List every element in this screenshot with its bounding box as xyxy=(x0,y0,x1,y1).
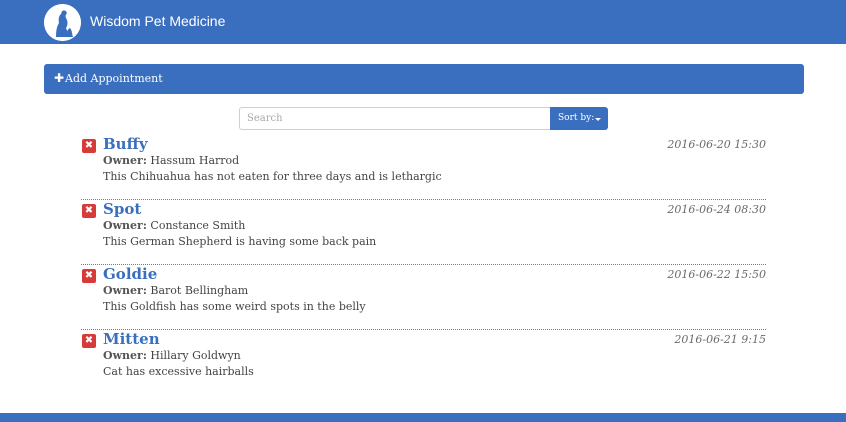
appointment-notes: This German Shepherd is having some back… xyxy=(103,235,377,248)
close-icon: ✖ xyxy=(84,270,94,281)
add-appointment-button[interactable]: ✚ Add Appointment xyxy=(44,64,804,94)
owner-label: Owner: xyxy=(103,349,147,362)
owner-name: Constance Smith xyxy=(150,219,246,232)
delete-appointment-button[interactable]: ✖ xyxy=(82,204,96,218)
owner-line: Owner: Constance Smith xyxy=(103,219,245,232)
delete-appointment-button[interactable]: ✖ xyxy=(82,139,96,153)
owner-name: Hassum Harrod xyxy=(150,154,240,167)
delete-appointment-button[interactable]: ✖ xyxy=(82,269,96,283)
sort-label: Sort by: xyxy=(558,113,595,123)
pet-logo-icon[interactable] xyxy=(44,4,81,41)
list-item: ✖ Mitten 2016-06-21 9:15 Owner: Hillary … xyxy=(81,330,766,395)
owner-name: Hillary Goldwyn xyxy=(150,349,241,362)
close-icon: ✖ xyxy=(84,140,94,151)
owner-line: Owner: Barot Bellingham xyxy=(103,284,248,297)
delete-appointment-button[interactable]: ✖ xyxy=(82,334,96,348)
list-item: ✖ Spot 2016-06-24 08:30 Owner: Constance… xyxy=(81,200,766,265)
appointment-notes: Cat has excessive hairballs xyxy=(103,365,254,378)
appointment-date: 2016-06-24 08:30 xyxy=(667,203,766,216)
owner-label: Owner: xyxy=(103,219,147,232)
footer xyxy=(0,413,846,422)
appointment-date: 2016-06-21 9:15 xyxy=(674,333,766,346)
caret-down-icon xyxy=(595,118,601,121)
appointment-notes: This Goldfish has some weird spots in th… xyxy=(103,300,366,313)
plus-icon: ✚ xyxy=(54,71,65,85)
brand-title[interactable]: Wisdom Pet Medicine xyxy=(90,13,225,29)
appointment-notes: This Chihuahua has not eaten for three d… xyxy=(103,170,442,183)
owner-name: Barot Bellingham xyxy=(150,284,249,297)
close-icon: ✖ xyxy=(84,205,94,216)
list-item: ✖ Buffy 2016-06-20 15:30 Owner: Hassum H… xyxy=(81,135,766,200)
owner-line: Owner: Hillary Goldwyn xyxy=(103,349,241,362)
owner-line: Owner: Hassum Harrod xyxy=(103,154,239,167)
search-input[interactable] xyxy=(239,107,550,130)
sort-dropdown-button[interactable]: Sort by: xyxy=(550,107,608,130)
list-item: ✖ Goldie 2016-06-22 15:50 Owner: Barot B… xyxy=(81,265,766,330)
close-icon: ✖ xyxy=(84,335,94,346)
pet-name[interactable]: Buffy xyxy=(103,135,148,153)
owner-label: Owner: xyxy=(103,154,147,167)
owner-label: Owner: xyxy=(103,284,147,297)
pet-name[interactable]: Mitten xyxy=(103,330,160,348)
appointment-date: 2016-06-22 15:50 xyxy=(667,268,766,281)
appointment-date: 2016-06-20 15:30 xyxy=(667,138,766,151)
pet-name[interactable]: Spot xyxy=(103,200,141,218)
add-appointment-label: Add Appointment xyxy=(65,72,163,85)
appointment-list: ✖ Buffy 2016-06-20 15:30 Owner: Hassum H… xyxy=(81,135,766,395)
navbar: Wisdom Pet Medicine xyxy=(0,0,846,44)
pet-name[interactable]: Goldie xyxy=(103,265,157,283)
